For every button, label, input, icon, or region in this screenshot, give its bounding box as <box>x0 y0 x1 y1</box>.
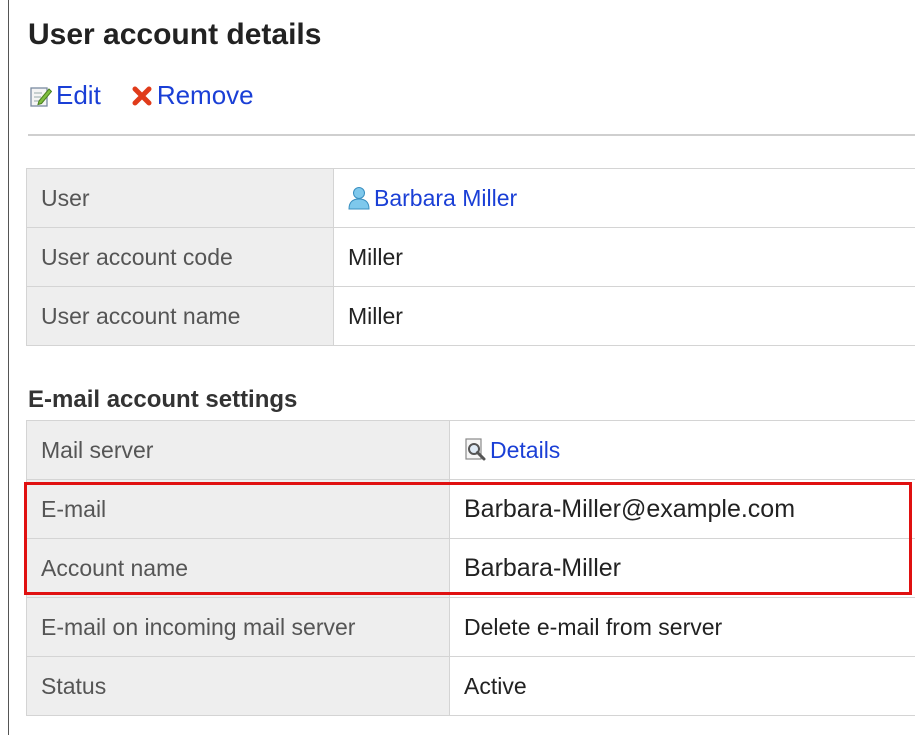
remove-label: Remove <box>156 80 254 110</box>
row-value: Barbara Miller <box>333 168 915 228</box>
remove-button[interactable]: Remove <box>131 80 254 111</box>
account-name-value: Barbara-Miller <box>449 538 915 598</box>
row-label: User account name <box>26 286 334 346</box>
remove-icon <box>131 85 153 107</box>
table-row: User account code Miller <box>26 227 915 287</box>
table-row: User account name Miller <box>26 286 915 346</box>
edit-label: Edit <box>56 80 101 110</box>
user-info-table: User Barbara Miller User account code Mi… <box>26 168 915 346</box>
row-label: E-mail <box>26 479 450 539</box>
table-row: Account name Barbara-Miller <box>26 538 915 598</box>
row-value: Miller <box>333 227 915 287</box>
email-settings-table: Mail server Details E-mail Barbara-Mille… <box>26 420 915 716</box>
row-label: User account code <box>26 227 334 287</box>
section-title: E-mail account settings <box>28 386 298 413</box>
row-label: User <box>26 168 334 228</box>
header-divider <box>28 134 915 136</box>
left-frame-border <box>8 0 9 735</box>
page-title: User account details <box>28 18 322 51</box>
user-icon <box>348 186 370 210</box>
row-label: E-mail on incoming mail server <box>26 597 450 657</box>
table-row: User Barbara Miller <box>26 168 915 228</box>
toolbar: Edit Remove <box>30 80 284 111</box>
table-row: Mail server Details <box>26 420 915 480</box>
edit-button[interactable]: Edit <box>30 80 101 111</box>
email-address-value: Barbara-Miller@example.com <box>449 479 915 539</box>
row-label: Status <box>26 656 450 716</box>
row-label: Account name <box>26 538 450 598</box>
magnifier-document-icon <box>464 438 486 462</box>
user-name-link[interactable]: Barbara Miller <box>374 185 517 212</box>
table-row: E-mail on incoming mail server Delete e-… <box>26 597 915 657</box>
edit-icon <box>30 85 52 107</box>
row-value: Details <box>449 420 915 480</box>
row-label: Mail server <box>26 420 450 480</box>
row-value: Delete e-mail from server <box>449 597 915 657</box>
table-row: Status Active <box>26 656 915 716</box>
table-row: E-mail Barbara-Miller@example.com <box>26 479 915 539</box>
row-value: Miller <box>333 286 915 346</box>
status-badge: Active <box>449 656 915 716</box>
mail-server-details-link[interactable]: Details <box>490 437 560 464</box>
